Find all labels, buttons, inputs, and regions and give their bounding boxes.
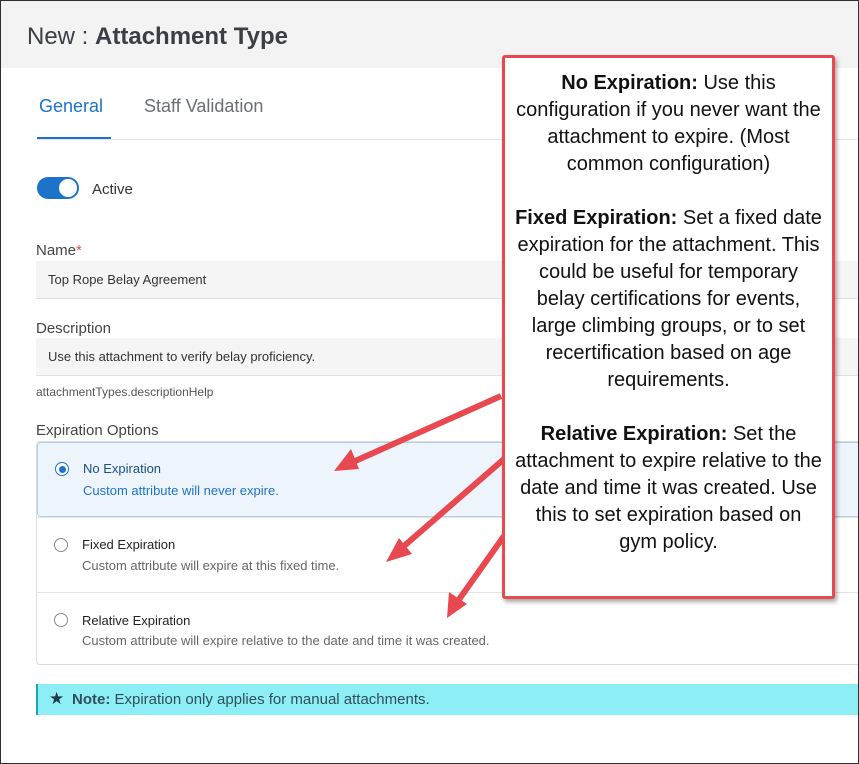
page-title: New : Attachment Type <box>27 23 288 51</box>
active-toggle-label: Active <box>92 181 133 198</box>
radio-no-expiration[interactable] <box>55 462 69 476</box>
option-title: Relative Expiration <box>82 613 191 628</box>
callout-heading: Relative Expiration: <box>540 423 728 445</box>
required-mark: * <box>76 242 82 259</box>
expiration-options-label: Expiration Options <box>36 422 159 439</box>
note-banner: ★ Note: Expiration only applies for manu… <box>36 684 858 715</box>
app-window: New : Attachment Type General Staff Vali… <box>0 0 859 764</box>
name-label: Name* <box>36 242 82 259</box>
active-toggle[interactable] <box>37 177 79 199</box>
option-desc: Custom attribute will expire at this fix… <box>82 558 340 573</box>
tab-staff-validation[interactable]: Staff Validation <box>144 96 263 117</box>
toggle-knob <box>59 179 77 197</box>
note-body: Expiration only applies for manual attac… <box>114 691 430 708</box>
note-text: Note: Expiration only applies for manual… <box>72 691 430 708</box>
help-callout: No Expiration: Use this configuration if… <box>502 55 835 599</box>
option-title: Fixed Expiration <box>82 537 176 552</box>
name-label-text: Name <box>36 242 77 259</box>
callout-relative-expiration: Relative Expiration: Set the attachment … <box>515 421 822 556</box>
option-desc: Custom attribute will expire relative to… <box>82 633 490 648</box>
page-title-prefix: New : <box>27 23 89 50</box>
callout-body: Set a fixed date expiration for the atta… <box>517 207 822 391</box>
page-title-text: Attachment Type <box>95 23 288 50</box>
radio-relative-expiration[interactable] <box>54 613 68 627</box>
callout-heading: No Expiration: <box>561 72 698 94</box>
option-relative-expiration[interactable]: Relative Expiration Custom attribute wil… <box>37 592 858 664</box>
callout-fixed-expiration: Fixed Expiration: Set a fixed date expir… <box>515 205 822 394</box>
callout-no-expiration: No Expiration: Use this configuration if… <box>515 70 822 178</box>
option-title: No Expiration <box>83 461 162 476</box>
star-icon: ★ <box>49 689 65 708</box>
option-desc: Custom attribute will never expire. <box>83 483 279 498</box>
description-label: Description <box>36 320 112 337</box>
callout-heading: Fixed Expiration: <box>515 207 678 229</box>
radio-fixed-expiration[interactable] <box>54 538 68 552</box>
note-label: Note: <box>72 691 111 708</box>
tab-general[interactable]: General <box>39 96 103 117</box>
description-help: attachmentTypes.descriptionHelp <box>36 385 214 399</box>
